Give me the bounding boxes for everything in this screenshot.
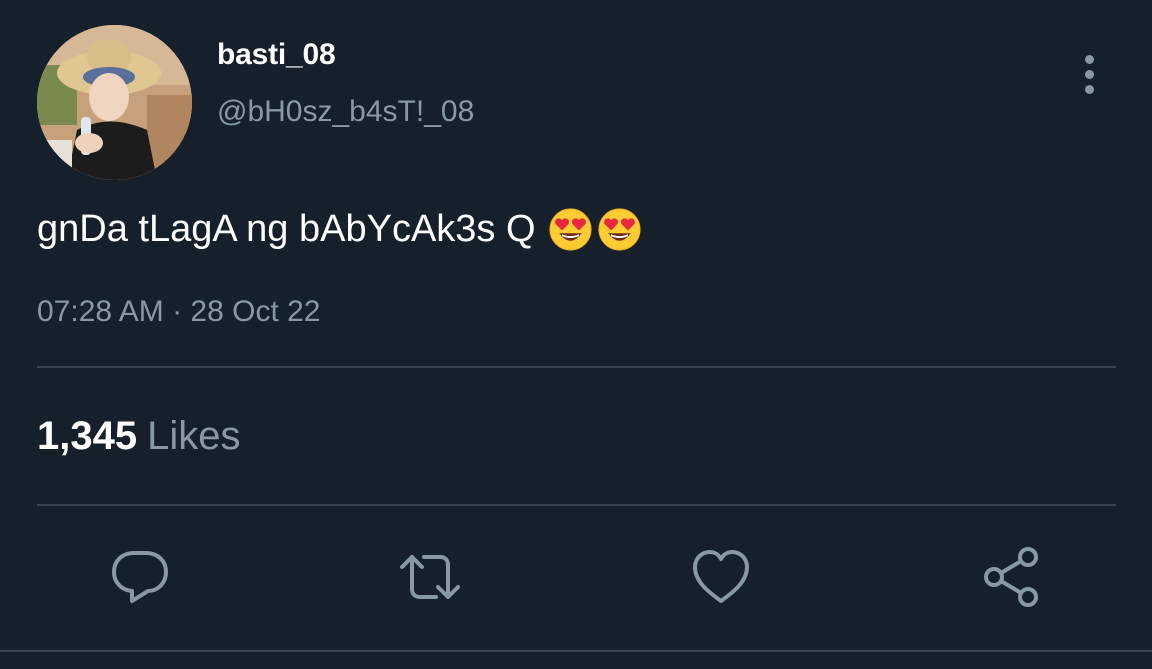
display-name[interactable]: basti_08	[217, 38, 336, 72]
avatar-photo	[37, 25, 192, 180]
more-dot	[1084, 85, 1094, 94]
likes-count: 1,345	[37, 414, 138, 458]
divider	[0, 650, 1152, 652]
tweet-detail-view: basti_08 @bH0sz_b4sT!_08 gnDa tLagA ng b…	[0, 0, 1152, 669]
heart-icon	[693, 550, 749, 603]
likes-label: Likes	[147, 414, 241, 458]
divider	[37, 366, 1116, 368]
user-handle[interactable]: @bH0sz_b4sT!_08	[217, 95, 474, 129]
share-button[interactable]	[980, 545, 1044, 609]
more-dot	[1084, 55, 1094, 64]
avatar[interactable]	[37, 25, 192, 180]
heart-eyes-emoji	[548, 208, 592, 251]
like-button[interactable]	[689, 545, 753, 609]
reply-button[interactable]	[108, 545, 172, 609]
share-icon	[984, 547, 1038, 607]
reply-icon	[112, 551, 168, 603]
divider	[37, 504, 1116, 506]
more-vertical-icon[interactable]	[1076, 55, 1102, 97]
likes-stat[interactable]: 1,345 Likes	[37, 414, 241, 459]
tweet-body: gnDa tLagA ng bAbYcAk3s Q	[37, 207, 642, 252]
retweet-button[interactable]	[398, 545, 462, 609]
more-dot	[1084, 70, 1094, 79]
tweet-text: gnDa tLagA ng bAbYcAk3s Q	[37, 208, 536, 250]
tweet-timestamp[interactable]: 07:28 AM · 28 Oct 22	[37, 295, 321, 329]
retweet-icon	[400, 555, 460, 599]
heart-eyes-emoji	[597, 208, 641, 251]
